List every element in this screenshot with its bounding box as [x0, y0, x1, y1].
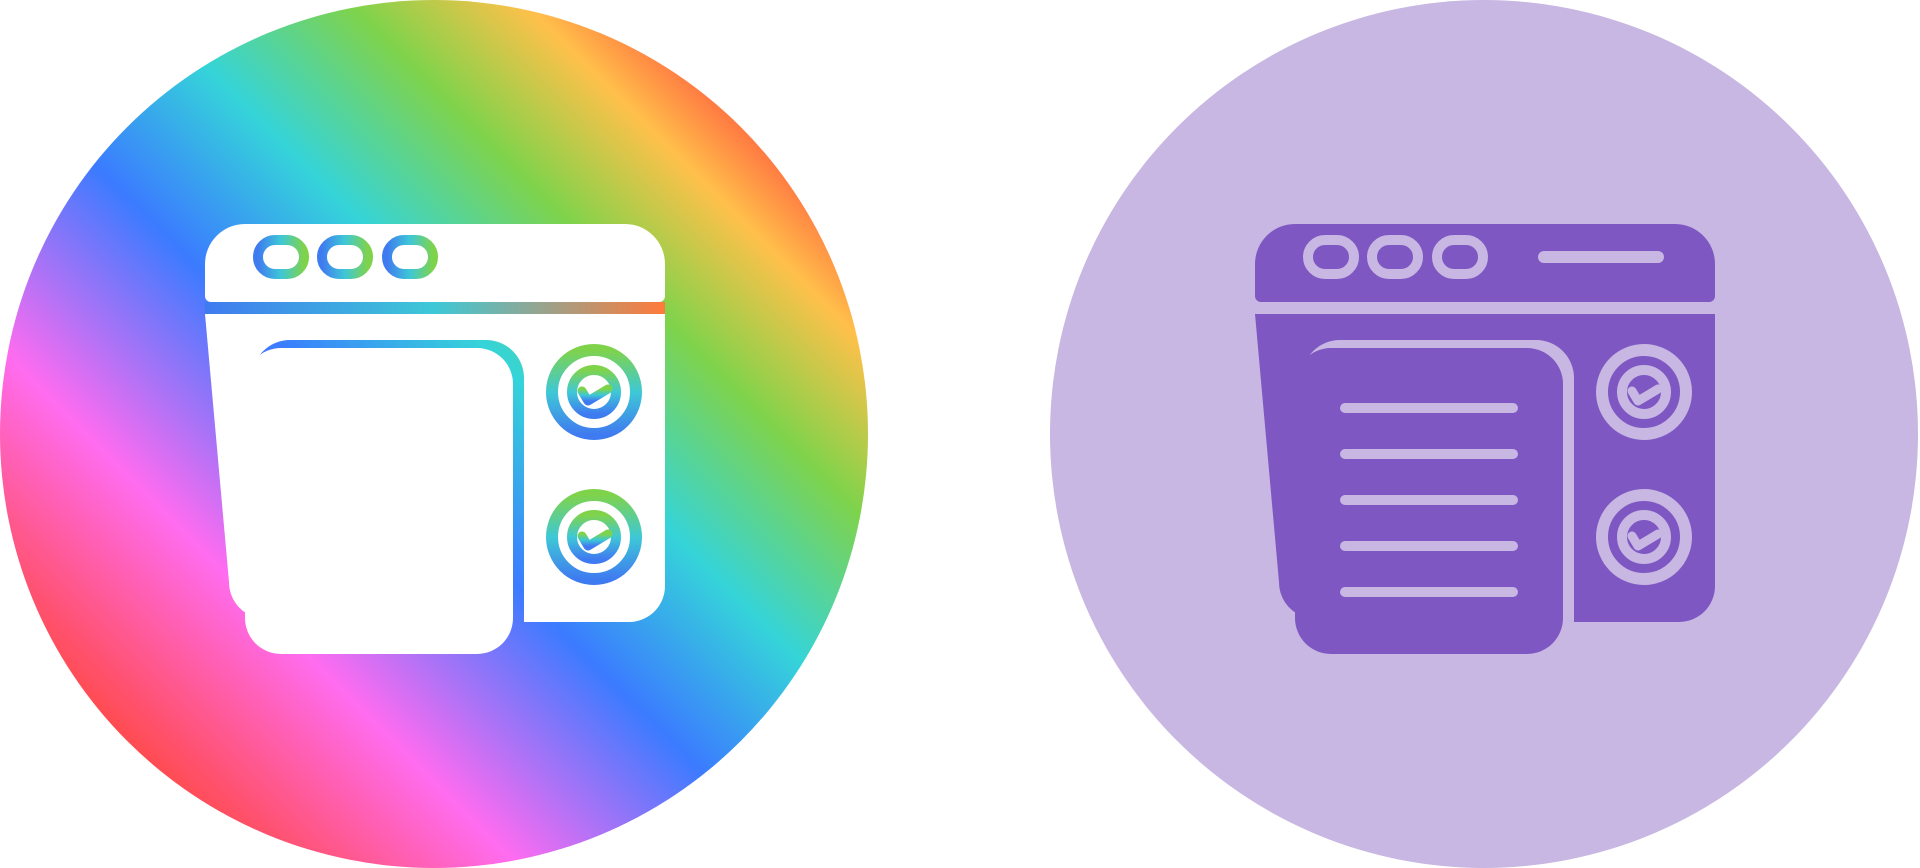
icon-showcase [0, 0, 1920, 868]
glyph-variant [1050, 0, 1918, 868]
document-page [1295, 348, 1563, 654]
web-page-checklist-icon [1050, 0, 1918, 868]
document-page [245, 348, 513, 654]
web-page-checklist-icon [0, 0, 868, 868]
gradient-variant [0, 0, 868, 868]
